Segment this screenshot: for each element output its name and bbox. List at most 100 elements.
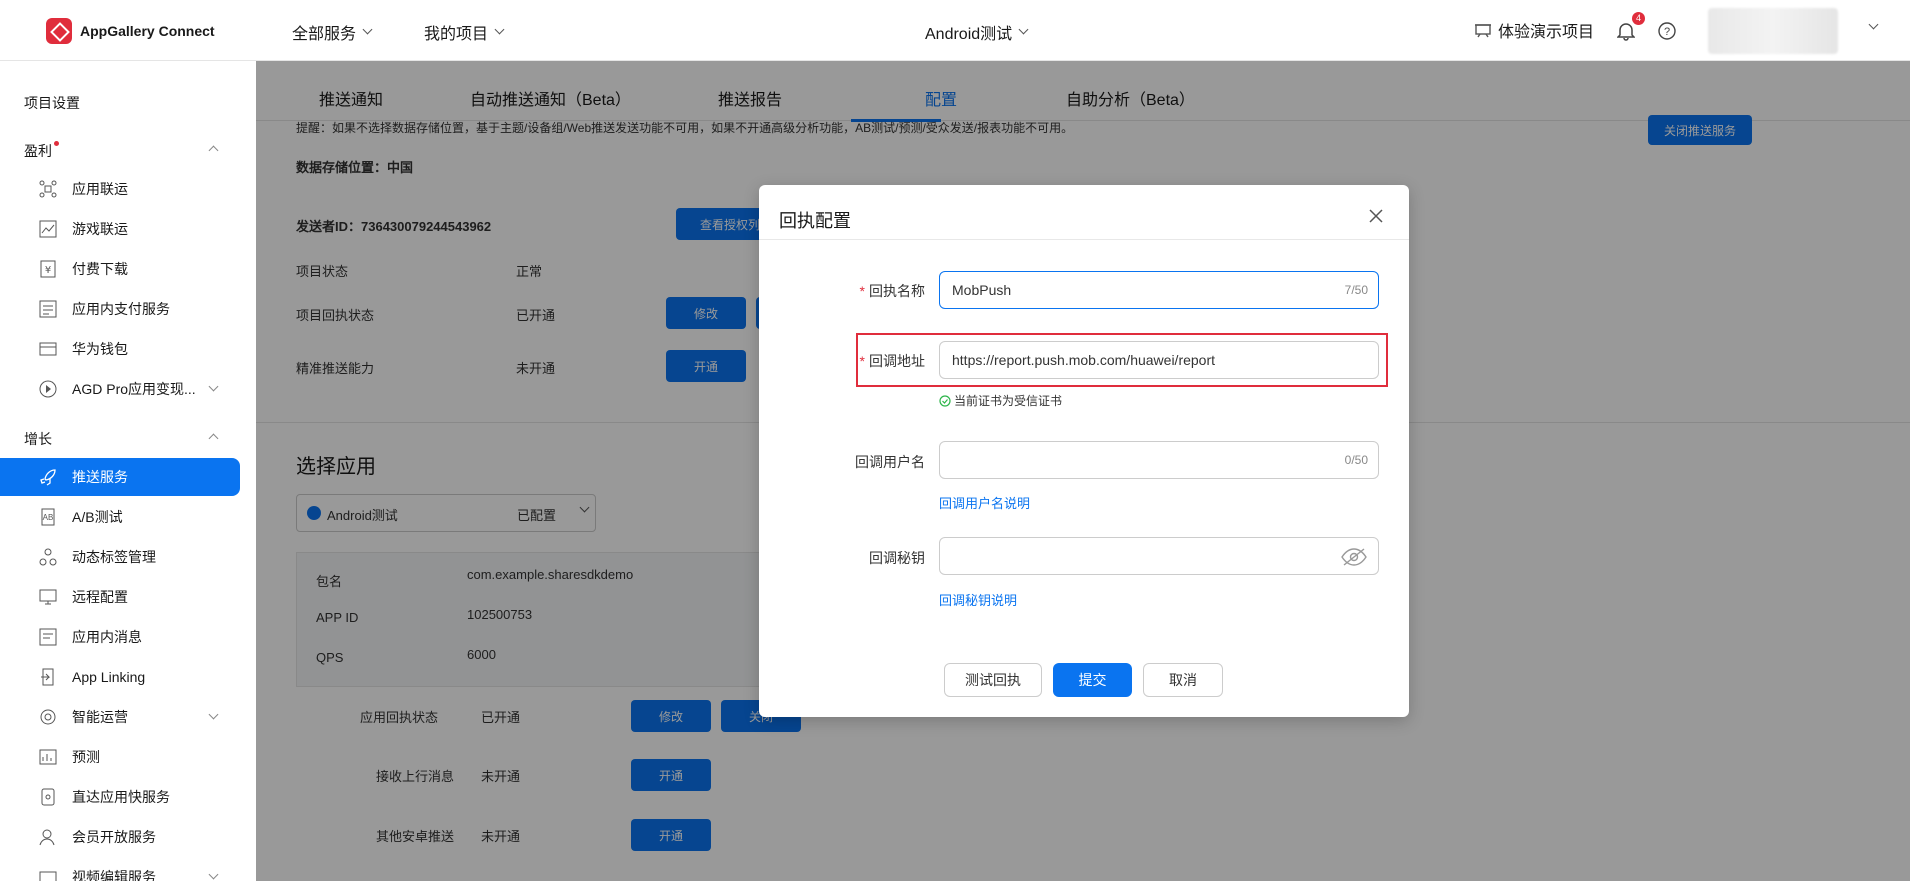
callback-secret-help-link[interactable]: 回调秘钥说明	[939, 590, 1017, 609]
appgallery-logo-icon	[46, 18, 72, 44]
callback-url-label: * 回调地址	[815, 351, 925, 371]
sidebar-item-iap[interactable]: 应用内支付服务	[0, 290, 240, 328]
bell-icon[interactable]	[1617, 21, 1635, 41]
sidebar-item-label: 预测	[72, 749, 100, 765]
receipt-name-label-text: 回执名称	[869, 283, 925, 299]
callback-url-label-text: 回调地址	[869, 353, 925, 369]
submit-button[interactable]: 提交	[1053, 663, 1132, 697]
sidebar-item-app-linking[interactable]: App Linking	[0, 658, 240, 696]
check-circle-icon	[939, 394, 951, 407]
sidebar-item-predict[interactable]: 预测	[0, 738, 240, 776]
cancel-button[interactable]: 取消	[1143, 663, 1223, 697]
sidebar-item-label: App Linking	[72, 669, 146, 685]
sidebar-item-label: AGD Pro应用变现...	[72, 381, 196, 397]
sidebar-item-paid-download[interactable]: ¥ 付费下载	[0, 250, 240, 288]
sidebar-item-game-distribution[interactable]: 游戏联运	[0, 210, 240, 248]
sidebar-item-ab-test[interactable]: AB A/B测试	[0, 498, 240, 536]
callback-user-label: 回调用户名	[855, 454, 925, 470]
project-selector[interactable]: Android测试	[925, 20, 1029, 44]
sidebar-item-label: A/B测试	[72, 509, 123, 525]
chevron-up-icon[interactable]	[208, 145, 219, 156]
sidebar-item-label: 付费下载	[72, 261, 128, 277]
receipt-name-value: MobPush	[952, 282, 1012, 298]
video-icon	[38, 867, 58, 881]
sidebar-item-remote-config[interactable]: 远程配置	[0, 578, 240, 616]
sidebar-item-in-app-message[interactable]: 应用内消息	[0, 618, 240, 656]
play-icon	[38, 379, 58, 399]
sidebar-item-push[interactable]: 推送服务	[0, 458, 240, 496]
sidebar-item-label: 游戏联运	[72, 221, 128, 237]
svg-text:AB: AB	[43, 513, 54, 522]
demo-icon	[1475, 24, 1491, 38]
close-icon[interactable]	[1367, 207, 1385, 225]
all-services-menu[interactable]: 全部服务	[292, 20, 373, 44]
sidebar-item-label: 应用内支付服务	[72, 301, 170, 317]
callback-user-count: 0/50	[1344, 453, 1368, 467]
receipt-name-input[interactable]: MobPush 7/50	[939, 271, 1379, 309]
my-projects-menu[interactable]: 我的项目	[424, 20, 505, 44]
required-mark: *	[859, 353, 865, 369]
smart-ops-icon	[38, 707, 58, 727]
sidebar-group-monetize-label: 盈利	[24, 143, 52, 159]
sidebar-item-label: 智能运营	[72, 709, 128, 725]
new-dot-icon	[54, 141, 59, 146]
app-logo[interactable]: AppGallery Connect	[46, 18, 215, 44]
project-selector-label: Android测试	[925, 26, 1013, 43]
callback-secret-input[interactable]	[939, 537, 1379, 575]
demo-project-label: 体验演示项目	[1498, 24, 1595, 41]
sidebar-item-tag-manager[interactable]: 动态标签管理	[0, 538, 240, 576]
callback-url-input[interactable]: https://report.push.mob.com/huawei/repor…	[939, 341, 1379, 379]
chevron-down-icon	[362, 24, 373, 35]
game-distribution-icon	[38, 219, 58, 239]
callback-secret-label: 回调秘钥	[869, 550, 925, 566]
remote-config-icon	[38, 587, 58, 607]
dialog-title: 回执配置	[779, 211, 851, 231]
sidebar-item-membership[interactable]: 会员开放服务	[0, 818, 240, 856]
callback-url-value: https://report.push.mob.com/huawei/repor…	[952, 352, 1216, 368]
user-avatar[interactable]	[1708, 8, 1838, 54]
sidebar-item-agd-pro[interactable]: AGD Pro应用变现...	[0, 370, 240, 408]
user-menu-chevron-icon[interactable]	[1868, 19, 1879, 30]
sidebar-item-label: 推送服务	[72, 469, 128, 485]
top-bar: AppGallery Connect 全部服务 我的项目 Android测试 体…	[0, 0, 1910, 61]
help-icon[interactable]: ?	[1658, 22, 1676, 40]
svg-text:¥: ¥	[45, 265, 51, 276]
receipt-name-label: * 回执名称	[815, 281, 925, 301]
sidebar-item-label: 直达应用快服务	[72, 789, 170, 805]
sidebar-item-label: 视频编辑服务	[72, 869, 156, 881]
message-icon	[38, 627, 58, 647]
rocket-icon	[38, 467, 58, 487]
svg-text:?: ?	[1664, 26, 1670, 38]
sidebar: 项目设置 盈利 应用联运 游戏联运 ¥ 付费下载 应用内支付服务 华为钱包 AG…	[0, 61, 256, 881]
sidebar-project-settings[interactable]: 项目设置	[24, 93, 80, 113]
sidebar-item-label: 华为钱包	[72, 341, 128, 357]
dialog-divider	[759, 239, 1409, 240]
link-icon	[38, 667, 58, 687]
callback-user-help-link[interactable]: 回调用户名说明	[939, 493, 1030, 512]
sidebar-item-label: 应用内消息	[72, 629, 142, 645]
all-services-label: 全部服务	[292, 26, 357, 43]
ab-test-icon: AB	[38, 507, 58, 527]
sidebar-item-quick-app[interactable]: 直达应用快服务	[0, 778, 240, 816]
iap-icon	[38, 299, 58, 319]
sidebar-item-app-distribution[interactable]: 应用联运	[0, 170, 240, 208]
sidebar-item-label: 远程配置	[72, 589, 128, 605]
member-icon	[38, 827, 58, 847]
sidebar-item-wallet[interactable]: 华为钱包	[0, 330, 240, 368]
notification-badge: 4	[1632, 12, 1645, 25]
yen-icon: ¥	[38, 259, 58, 279]
tag-manager-icon	[38, 547, 58, 567]
eye-off-icon[interactable]	[1340, 547, 1368, 567]
callback-user-input[interactable]: 0/50	[939, 441, 1379, 479]
test-receipt-button[interactable]: 测试回执	[944, 663, 1042, 697]
chevron-down-icon	[1018, 24, 1029, 35]
sidebar-item-label: 会员开放服务	[72, 829, 156, 845]
sidebar-item-label: 动态标签管理	[72, 549, 156, 565]
chevron-down-icon	[494, 24, 505, 35]
chevron-up-icon[interactable]	[208, 433, 219, 444]
sidebar-group-monetize[interactable]: 盈利	[24, 141, 59, 161]
sidebar-item-video-editing[interactable]: 视频编辑服务	[0, 858, 240, 881]
demo-project-link[interactable]: 体验演示项目	[1474, 18, 1594, 42]
sidebar-item-smart-ops[interactable]: 智能运营	[0, 698, 240, 736]
sidebar-group-grow[interactable]: 增长	[24, 429, 52, 449]
